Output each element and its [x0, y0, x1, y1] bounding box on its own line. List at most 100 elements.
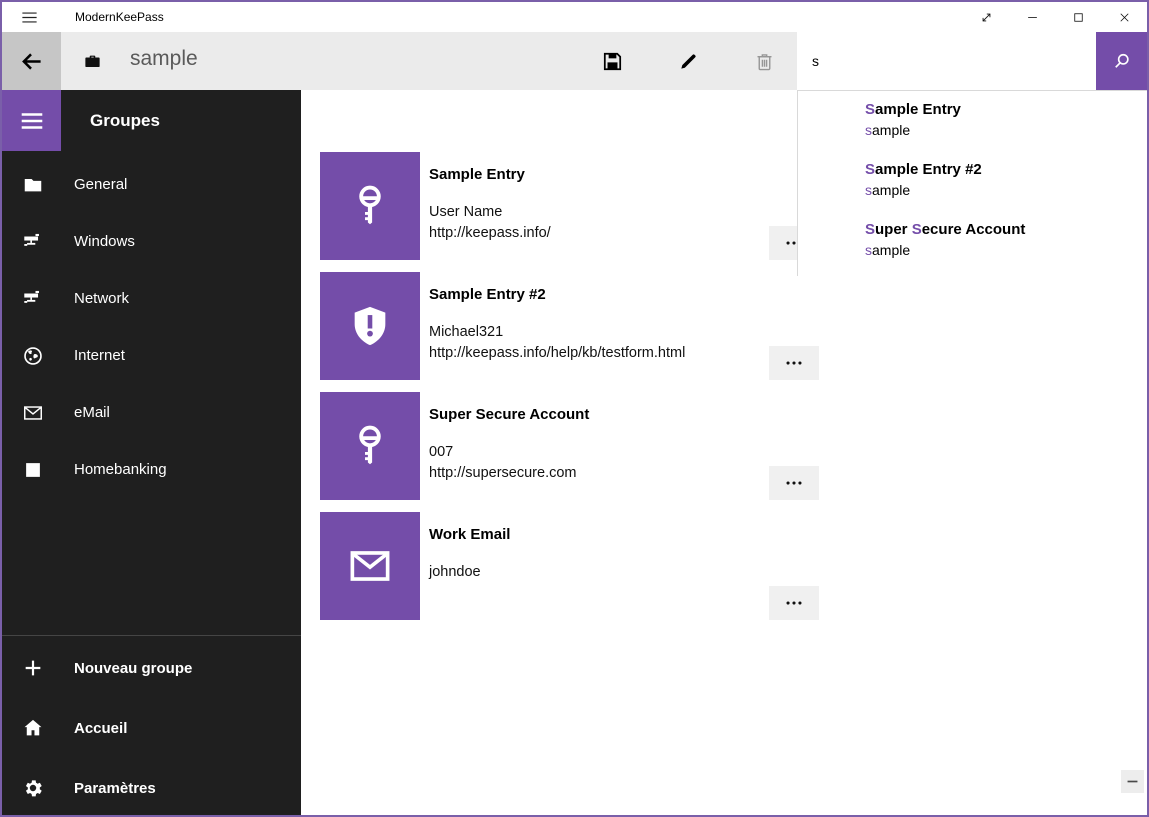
search-input[interactable] — [797, 32, 1096, 90]
entry-row[interactable]: Sample Entry #2 Michael321http://keepass… — [320, 272, 1100, 380]
entry-title: Super Secure Account — [429, 406, 1100, 423]
zoom-out-button[interactable] — [1121, 770, 1144, 793]
entry-detail-line: 007 — [429, 442, 1100, 463]
window-controls — [963, 2, 1147, 32]
titlebar: ModernKeePass — [2, 2, 1147, 32]
groups-list: General Windows Network Internet eMail H… — [2, 156, 301, 498]
sidebar-actions: Nouveau groupe Accueil Paramètres — [2, 638, 301, 817]
groups-header: Groupes — [90, 90, 160, 151]
entry-tile[interactable] — [320, 152, 420, 260]
close-icon — [1117, 10, 1132, 25]
database-icon — [83, 52, 102, 71]
close-button[interactable] — [1101, 2, 1147, 32]
group-label: Network — [74, 290, 129, 307]
sidebar-item-homebanking[interactable]: Homebanking — [2, 441, 301, 498]
entry-text: Sample Entry #2 Michael321http://keepass… — [429, 272, 1100, 363]
save-icon — [602, 51, 623, 72]
plus-icon — [22, 657, 44, 679]
entry-title: Work Email — [429, 526, 1100, 543]
search-button[interactable] — [1096, 32, 1147, 90]
entry-detail-line: http://supersecure.com — [429, 463, 1100, 484]
entry-text: Work Email johndoe — [429, 512, 1100, 583]
more-options-button[interactable] — [769, 346, 819, 380]
command-bar: sample — [2, 32, 1147, 90]
fullscreen-button[interactable] — [963, 2, 1009, 32]
save-button[interactable] — [574, 32, 650, 90]
sidebar-divider — [2, 635, 301, 636]
search-result-item[interactable]: Super Secure Account sample — [865, 220, 1147, 280]
key-icon — [347, 183, 393, 229]
mail-big-icon — [347, 543, 393, 589]
entry-tile[interactable] — [320, 392, 420, 500]
search-result-subtitle: sample — [865, 240, 1147, 260]
entry-row[interactable]: Work Email johndoe — [320, 512, 1100, 620]
toolbar — [574, 32, 802, 90]
back-button[interactable] — [2, 32, 61, 90]
fullscreen-icon — [979, 10, 994, 25]
group-label: General — [74, 176, 127, 193]
search-result-title: Sample Entry #2 — [865, 160, 1147, 180]
sidebar-action-accueil[interactable]: Accueil — [2, 698, 301, 758]
sidebar-action-param-tres[interactable]: Paramètres — [2, 758, 301, 817]
sidebar-item-internet[interactable]: Internet — [2, 327, 301, 384]
search-result-item[interactable]: Sample Entry sample — [865, 100, 1147, 160]
minus-icon — [1124, 773, 1141, 790]
more-options-button[interactable] — [769, 466, 819, 500]
entry-text: Super Secure Account 007http://supersecu… — [429, 392, 1100, 483]
entry-details: 007http://supersecure.com — [429, 442, 1100, 483]
sidebar-item-email[interactable]: eMail — [2, 384, 301, 441]
app-title: ModernKeePass — [75, 2, 164, 32]
database-title: sample — [130, 47, 198, 71]
maximize-button[interactable] — [1055, 2, 1101, 32]
hamburger-icon — [20, 8, 39, 27]
search-result-item[interactable]: Sample Entry #2 sample — [865, 160, 1147, 220]
maximize-icon — [1071, 10, 1086, 25]
entry-detail-line: johndoe — [429, 562, 1100, 583]
sidebar-item-windows[interactable]: Windows — [2, 213, 301, 270]
sidebar-item-network[interactable]: Network — [2, 270, 301, 327]
home-icon — [22, 717, 44, 739]
entry-tile[interactable] — [320, 512, 420, 620]
sidebar-action-nouveau-groupe[interactable]: Nouveau groupe — [2, 638, 301, 698]
entry-detail-line: Michael321 — [429, 322, 1100, 343]
search-result-subtitle: sample — [865, 120, 1147, 140]
gear-icon — [22, 777, 44, 799]
entry-details: Michael321http://keepass.info/help/kb/te… — [429, 322, 1100, 363]
network-icon — [22, 288, 44, 310]
minimize-button[interactable] — [1009, 2, 1055, 32]
entry-tile[interactable] — [320, 272, 420, 380]
key-icon — [347, 423, 393, 469]
sidebar-item-general[interactable]: General — [2, 156, 301, 213]
group-label: Windows — [74, 233, 135, 250]
network-icon — [22, 231, 44, 253]
ellipsis-icon — [783, 592, 805, 614]
search-result-title: Super Secure Account — [865, 220, 1147, 240]
app-window: ModernKeePass sample Groupes General — [0, 0, 1149, 817]
group-label: Paramètres — [74, 780, 156, 797]
entry-row[interactable]: Super Secure Account 007http://supersecu… — [320, 392, 1100, 500]
edit-pencil-icon — [678, 51, 699, 72]
edit-button[interactable] — [650, 32, 726, 90]
more-options-button[interactable] — [769, 586, 819, 620]
search-icon — [1112, 51, 1132, 71]
group-label: Accueil — [74, 720, 127, 737]
entry-details: johndoe — [429, 562, 1100, 583]
delete-button[interactable] — [726, 32, 802, 90]
search-results-dropdown: Sample Entry sample Sample Entry #2 samp… — [797, 90, 1147, 276]
back-arrow-icon — [20, 50, 43, 73]
shield-alert-icon — [347, 303, 393, 349]
blank-square-icon — [22, 459, 44, 481]
sidebar-menu-button[interactable] — [2, 90, 61, 151]
group-label: Homebanking — [74, 461, 167, 478]
search-result-subtitle: sample — [865, 180, 1147, 200]
group-label: eMail — [74, 404, 110, 421]
entry-title: Sample Entry #2 — [429, 286, 1100, 303]
hamburger-icon — [19, 108, 45, 134]
ellipsis-icon — [783, 472, 805, 494]
mail-icon — [22, 402, 44, 424]
sidebar: Groupes General Windows Network Internet… — [2, 90, 301, 815]
group-label: Internet — [74, 347, 125, 364]
titlebar-menu-button[interactable] — [9, 2, 49, 32]
trash-icon — [754, 51, 775, 72]
entry-detail-line: http://keepass.info/help/kb/testform.htm… — [429, 343, 1100, 364]
